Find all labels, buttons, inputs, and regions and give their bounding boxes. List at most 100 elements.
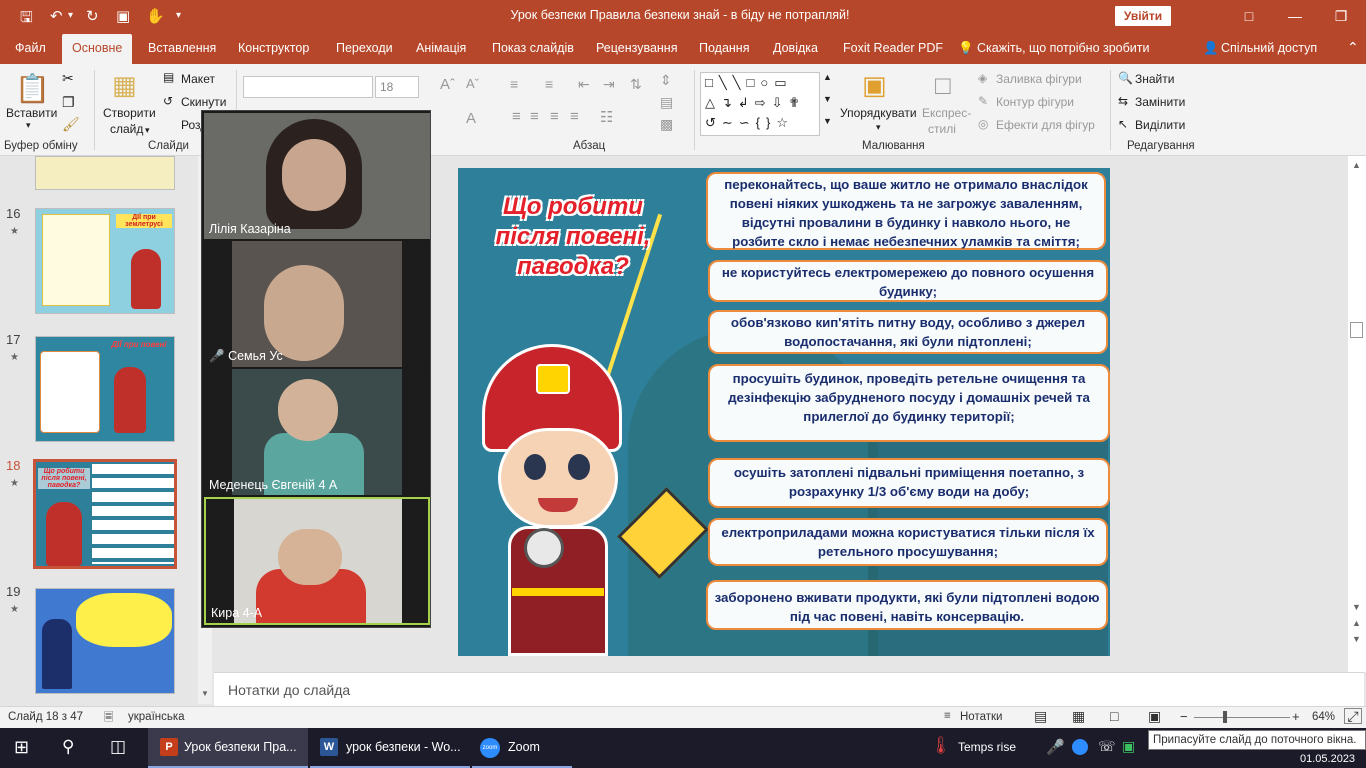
quick-styles-icon[interactable]: □ <box>935 70 951 101</box>
zoom-slider-thumb[interactable] <box>1222 711 1227 723</box>
select-button[interactable]: Виділити <box>1135 118 1185 132</box>
touch-mode-icon[interactable]: ✋ <box>146 7 165 25</box>
tab-file[interactable]: Файл <box>15 41 46 55</box>
video-tile[interactable]: Лілія Казаріна <box>204 113 430 239</box>
align-left-icon[interactable]: ≡ <box>512 108 521 125</box>
spellcheck-icon[interactable]: 🗏 <box>104 710 113 729</box>
bullet-4[interactable]: просушіть будинок, проведіть ретельне оч… <box>708 364 1110 442</box>
find-button[interactable]: Знайти <box>1135 72 1174 86</box>
search-icon[interactable]: ⚲ <box>62 737 74 757</box>
reset-button[interactable]: Скинути <box>181 95 226 109</box>
slide-scrollbar[interactable]: ▲ ▼ ▲ ▼ <box>1348 156 1366 672</box>
viber-tray-icon[interactable]: ☏ <box>1098 738 1116 755</box>
tab-view[interactable]: Подання <box>699 41 749 55</box>
taskbar-app-powerpoint[interactable]: P Урок безпеки Пра... <box>148 728 308 768</box>
font-color-icon[interactable]: A <box>466 110 476 127</box>
new-slide-button[interactable]: Створити <box>103 106 156 120</box>
shapes-row-1[interactable]: □╲╲□○▭ <box>705 75 793 91</box>
gallery-up-icon[interactable]: ▲ <box>823 72 832 82</box>
shapes-gallery[interactable]: □╲╲□○▭ △↴↲⇨⇩✟ ↺∼∽{}☆ <box>700 72 820 136</box>
customize-toolbar-icon[interactable]: ▾ <box>176 10 181 21</box>
slideshow-view-icon[interactable]: ▣ <box>1148 708 1161 725</box>
notes-toggle-button[interactable]: Нотатки <box>960 711 1002 723</box>
slide-thumbnail-15[interactable] <box>35 156 175 190</box>
increase-indent-icon[interactable]: ⇥ <box>603 76 615 93</box>
share-button[interactable]: Спільний доступ <box>1221 41 1317 55</box>
bullets-icon[interactable]: ≡ <box>510 76 518 92</box>
tab-transitions[interactable]: Переходи <box>336 41 393 55</box>
scroll-down-icon[interactable]: ▼ <box>1352 602 1361 612</box>
line-spacing-icon[interactable]: ⇅ <box>630 76 642 93</box>
quick-styles-label[interactable]: стилі <box>928 122 956 136</box>
format-painter-icon[interactable]: 🖌 <box>62 116 80 133</box>
scroll-up-icon[interactable]: ▲ <box>1352 160 1361 170</box>
ribbon-display-icon[interactable]: □ <box>1226 4 1272 28</box>
shrink-font-icon[interactable]: Aˇ <box>466 76 479 91</box>
previous-slide-icon[interactable]: ▲ <box>1352 618 1361 628</box>
align-text-icon[interactable]: ▤ <box>660 94 673 111</box>
arrange-dropdown-icon[interactable]: ▾ <box>876 122 881 133</box>
numbering-icon[interactable]: ≡ <box>545 76 553 92</box>
justify-icon[interactable]: ≡ <box>570 108 579 125</box>
reading-view-icon[interactable]: □ <box>1110 708 1118 724</box>
new-slide-icon[interactable]: ▦ <box>112 70 137 101</box>
scroll-down-icon[interactable]: ▼ <box>201 689 209 698</box>
gallery-down-icon[interactable]: ▼ <box>823 94 832 104</box>
tab-home[interactable]: Основне <box>62 34 133 64</box>
align-right-icon[interactable]: ≡ <box>550 108 559 125</box>
tab-insert[interactable]: Вставлення <box>148 41 216 55</box>
tab-foxit[interactable]: Foxit Reader PDF <box>843 41 943 55</box>
bullet-2[interactable]: не користуйтесь електромережею до повног… <box>708 260 1108 302</box>
bullet-6[interactable]: електроприладами можна користуватися тіл… <box>708 518 1108 566</box>
task-view-icon[interactable]: ◫ <box>110 737 126 757</box>
bullet-3[interactable]: обов'язково кип'ятіть питну воду, особли… <box>708 310 1108 354</box>
collapse-ribbon-icon[interactable]: ⌃ <box>1347 39 1359 56</box>
grow-font-icon[interactable]: Aˆ <box>440 76 455 93</box>
tab-help[interactable]: Довідка <box>773 41 818 55</box>
taskbar-app-word[interactable]: W урок безпеки - Wo... <box>310 728 470 768</box>
arrange-icon[interactable]: ▣ <box>862 70 887 101</box>
slide-thumbnails-pane[interactable]: 16 ★ ДІЇ при землетрусі 17 ★ ДІЇ при пов… <box>0 156 212 704</box>
font-family-select[interactable] <box>243 76 373 98</box>
paste-icon[interactable]: 📋 <box>15 72 50 105</box>
bullet-1[interactable]: переконайтесь, що ваше житло не отримало… <box>706 172 1106 250</box>
video-tile[interactable]: 🎤 Семья Ус <box>204 241 430 367</box>
repeat-icon[interactable]: ↻ <box>86 7 99 25</box>
columns-icon[interactable]: ☷ <box>600 108 613 126</box>
slide-thumbnail-18[interactable]: Що робити після повені, паводка? <box>33 459 177 569</box>
zoom-tray-icon[interactable] <box>1072 739 1088 755</box>
shape-outline-button[interactable]: Контур фігури <box>996 95 1074 109</box>
gallery-more-icon[interactable]: ▼ <box>823 116 832 126</box>
paste-button[interactable]: Вставити <box>6 106 57 120</box>
decrease-indent-icon[interactable]: ⇤ <box>578 76 590 93</box>
tray-app-icon[interactable]: ▣ <box>1122 738 1135 755</box>
zoom-slider[interactable] <box>1194 711 1290 723</box>
shapes-row-3[interactable]: ↺∼∽{}☆ <box>705 115 794 131</box>
align-center-icon[interactable]: ≡ <box>530 108 539 125</box>
tab-slideshow[interactable]: Показ слайдів <box>492 41 574 55</box>
new-slide-label[interactable]: слайд <box>110 122 143 136</box>
bullet-5[interactable]: осушіть затоплені підвальні приміщення п… <box>708 458 1110 508</box>
scroll-thumb[interactable] <box>1350 322 1363 338</box>
layout-button[interactable]: Макет <box>181 72 215 86</box>
tab-review[interactable]: Рецензування <box>596 41 677 55</box>
paste-dropdown-icon[interactable]: ▾ <box>26 120 31 131</box>
new-slide-dropdown-icon[interactable]: ▾ <box>145 125 150 136</box>
zoom-in-icon[interactable]: + <box>1292 709 1300 724</box>
cut-icon[interactable]: ✂ <box>62 70 74 87</box>
taskbar-date[interactable]: 01.05.2023 <box>1300 753 1355 765</box>
shape-effects-button[interactable]: Ефекти для фігур <box>996 118 1095 132</box>
quick-styles-button[interactable]: Експрес- <box>922 106 971 120</box>
shape-fill-button[interactable]: Заливка фігури <box>996 72 1082 86</box>
save-icon[interactable]: 🖫 <box>20 7 33 32</box>
sign-in-button[interactable]: Увійти <box>1115 6 1171 26</box>
language-indicator[interactable]: українська <box>128 711 185 723</box>
text-direction-icon[interactable]: ⇕ <box>660 72 672 89</box>
notes-pane[interactable]: Нотатки до слайда <box>214 672 1364 706</box>
undo-dropdown-icon[interactable]: ▾ <box>68 10 73 21</box>
tab-animations[interactable]: Анімація <box>416 41 466 55</box>
zoom-video-panel[interactable]: Лілія Казаріна 🎤 Семья Ус Меденець Євген… <box>201 110 431 628</box>
bullet-7[interactable]: заборонено вживати продукти, які були пі… <box>706 580 1108 630</box>
smartart-icon[interactable]: ▩ <box>660 116 673 133</box>
tell-me-search[interactable]: Скажіть, що потрібно зробити <box>977 41 1150 55</box>
